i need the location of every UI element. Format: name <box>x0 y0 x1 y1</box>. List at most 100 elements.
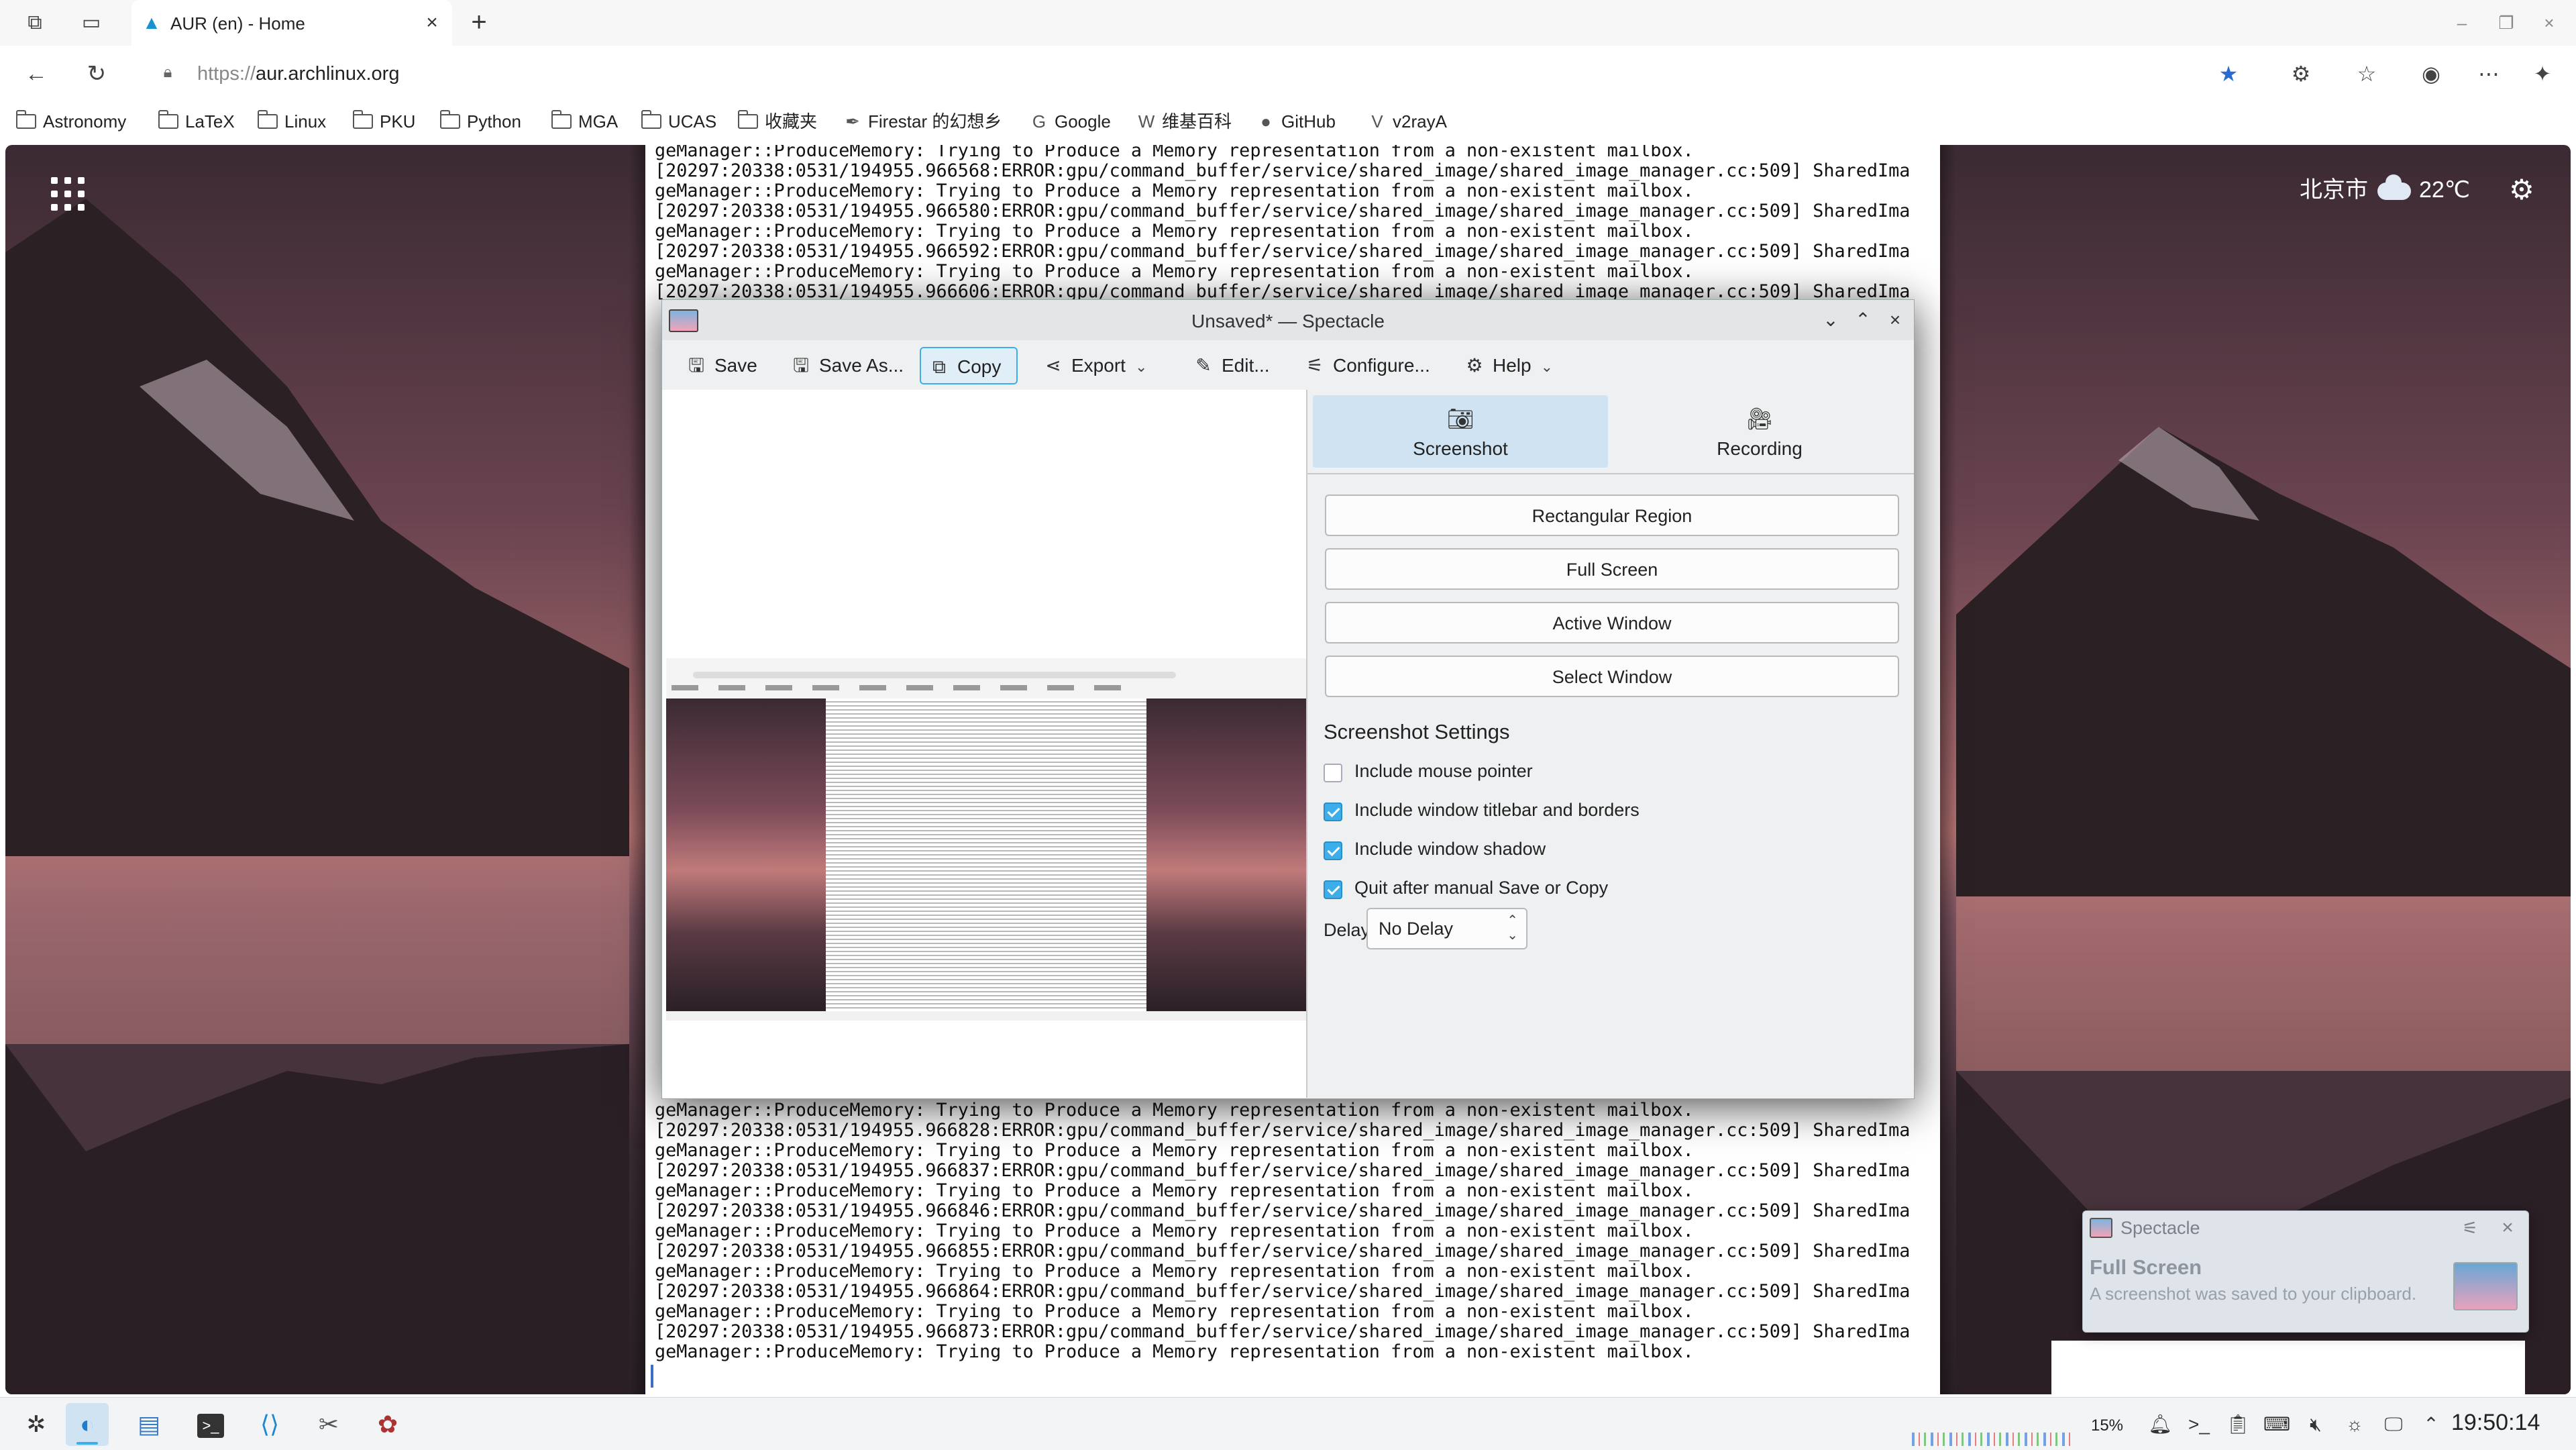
application-launcher-icon[interactable]: ✲ <box>15 1403 58 1446</box>
copilot-icon[interactable]: ✦ <box>2529 60 2556 87</box>
bookmark-folder-astronomy[interactable]: Astronomy <box>15 109 126 134</box>
help-button[interactable]: ⚙ Help ⌄ <box>1456 347 1560 384</box>
checkbox-checked[interactable] <box>1324 802 1342 821</box>
volume-muted-icon[interactable]: 🔇︎ <box>2302 1411 2329 1438</box>
option-include-mouse-pointer[interactable]: Include mouse pointer <box>1324 758 1533 784</box>
tab-title: AUR (en) - Home <box>170 13 305 34</box>
option-include-titlebar[interactable]: Include window titlebar and borders <box>1324 796 1640 823</box>
option-include-shadow[interactable]: Include window shadow <box>1324 835 1546 862</box>
edit-label: Edit... <box>1222 355 1270 376</box>
workspaces-icon[interactable]: ⧉ <box>21 9 48 36</box>
close-window-icon[interactable]: × <box>2538 12 2560 34</box>
folder-icon <box>551 110 572 129</box>
bookmark-folder-latex[interactable]: LaTeX <box>158 109 235 134</box>
browser-tab-active[interactable]: ▲ AUR (en) - Home × <box>131 0 452 46</box>
wikipedia-icon: W <box>1138 111 1155 132</box>
close-tab-icon[interactable]: × <box>420 11 444 35</box>
file-manager-icon[interactable]: ▤ <box>127 1403 170 1446</box>
export-button[interactable]: ⋖ Export ⌄ <box>1035 347 1154 384</box>
restore-icon[interactable]: ❐ <box>2496 12 2517 34</box>
save-label: Save <box>714 355 757 376</box>
terminal-icon[interactable]: >_ <box>189 1403 232 1446</box>
minimize-icon[interactable]: – <box>2451 12 2473 34</box>
camera-icon: 📷︎ <box>1446 407 1474 431</box>
konsole-tray-icon[interactable]: >_ <box>2186 1411 2212 1438</box>
active-window-button[interactable]: Active Window <box>1325 602 1899 643</box>
option-quit-after-save[interactable]: Quit after manual Save or Copy <box>1324 874 1608 901</box>
address-bar[interactable]: 🔒︎ https://aur.archlinux.org <box>156 56 2195 90</box>
notification-popup[interactable]: Spectacle ⚟ × Full Screen A screenshot w… <box>2082 1210 2529 1333</box>
bookmark-folder-mga[interactable]: MGA <box>551 109 618 134</box>
bookmark-folder-ucas[interactable]: UCAS <box>641 109 716 134</box>
notification-close-icon[interactable]: × <box>2496 1216 2519 1239</box>
checkbox[interactable] <box>1324 764 1342 782</box>
bookmark-folder-linux[interactable]: Linux <box>257 109 326 134</box>
bookmark-folder-python[interactable]: Python <box>439 109 521 134</box>
bookmark-label: PKU <box>380 111 416 132</box>
maximize-icon[interactable]: ⌃ <box>1851 308 1875 332</box>
browser-nav-bar: ← ↻ 🔒︎ https://aur.archlinux.org ★ ⚙ ☆ ◉… <box>0 46 2576 101</box>
checkbox-checked[interactable] <box>1324 841 1342 860</box>
tray-expand-icon[interactable]: ⌃ <box>2418 1411 2445 1438</box>
settings-gear-icon[interactable]: ⚙ <box>2506 174 2537 205</box>
bookmark-v2raya[interactable]: Vv2rayA <box>1367 109 1447 134</box>
preview-thumbnail[interactable] <box>666 658 1306 1021</box>
krita-icon[interactable]: ✿ <box>366 1403 409 1446</box>
terminal-log-bottom: geManager::ProduceMemory: Trying to Prod… <box>655 1100 1911 1362</box>
tab-recording[interactable]: 🎥︎ Recording <box>1612 395 1907 468</box>
app-grid-icon[interactable] <box>51 177 89 215</box>
close-icon[interactable]: × <box>1883 308 1907 332</box>
url-protocol: https:// <box>197 63 256 85</box>
feather-icon: ✒ <box>845 111 860 132</box>
notifications-icon[interactable]: 🔔︎ <box>2147 1411 2174 1438</box>
cpu-usage-indicator[interactable]: 15% <box>2082 1412 2132 1439</box>
copy-button[interactable]: ⧉ Copy <box>920 347 1018 384</box>
lock-icon[interactable]: 🔒︎ <box>156 60 180 85</box>
minimize-icon[interactable]: ⌄ <box>1819 308 1843 332</box>
bookmark-github[interactable]: ● GitHub <box>1256 109 1336 134</box>
clock[interactable]: 19:50:14 <box>2451 1410 2540 1436</box>
edge-browser-icon[interactable]: ◐ <box>66 1403 109 1446</box>
keyboard-icon[interactable]: ⌨ <box>2263 1411 2290 1438</box>
more-icon[interactable]: ⋯ <box>2475 60 2502 87</box>
clipboard-icon[interactable]: 📋︎ <box>2224 1411 2251 1438</box>
screenshot-preview[interactable] <box>662 390 1307 1098</box>
favorite-star-icon[interactable]: ★ <box>2215 60 2242 87</box>
configure-button[interactable]: ⚟ Configure... <box>1297 347 1437 384</box>
save-button[interactable]: 🖫 Save <box>678 347 764 384</box>
browser-tab-bar: ⧉ ▭ ▲ AUR (en) - Home × + – ❐ × <box>0 0 2576 46</box>
notification-screenshot-thumbnail[interactable] <box>2453 1262 2518 1310</box>
bookmark-folder-favorites[interactable]: 收藏夹 <box>737 109 817 134</box>
tab-actions-icon[interactable]: ▭ <box>78 9 105 36</box>
weather-widget[interactable]: 北京市 22℃ <box>2300 173 2470 207</box>
spectacle-taskbar-icon[interactable]: ✂ <box>307 1403 350 1446</box>
spin-arrows-icon[interactable]: ⌃ ⌄ <box>1507 913 1518 943</box>
capture-panel: 📷︎ Screenshot 🎥︎ Recording Rectangular R… <box>1307 390 1914 1098</box>
notification-settings-icon[interactable]: ⚟ <box>2459 1216 2481 1239</box>
bookmark-folder-pku[interactable]: PKU <box>352 109 416 134</box>
reload-icon[interactable]: ↻ <box>82 59 111 89</box>
display-icon[interactable]: 🖵︎ <box>2380 1411 2407 1438</box>
full-screen-button[interactable]: Full Screen <box>1325 548 1899 590</box>
spectacle-titlebar[interactable]: Unsaved* — Spectacle ⌄ ⌃ × <box>662 300 1914 340</box>
vscode-icon[interactable]: ⟨⟩ <box>248 1403 291 1446</box>
share-icon: ⋖ <box>1045 355 1061 376</box>
save-as-button[interactable]: 🖫 Save As... <box>783 347 910 384</box>
back-icon[interactable]: ← <box>21 59 51 89</box>
favorites-icon[interactable]: ☆ <box>2353 60 2380 87</box>
chevron-down-icon: ⌄ <box>1134 358 1148 375</box>
rectangular-region-button[interactable]: Rectangular Region <box>1325 495 1899 536</box>
checkbox-checked[interactable] <box>1324 880 1342 899</box>
system-monitor-graph[interactable] <box>1912 1433 2073 1446</box>
select-window-button[interactable]: Select Window <box>1325 656 1899 697</box>
profile-icon[interactable]: ◉ <box>2418 60 2445 87</box>
bookmark-google[interactable]: G Google <box>1029 109 1111 134</box>
extensions-icon[interactable]: ⚙ <box>2288 60 2314 87</box>
bookmark-wikipedia[interactable]: W 维基百科 <box>1136 109 1232 134</box>
edit-button[interactable]: ✎ Edit... <box>1185 347 1277 384</box>
new-tab-button[interactable]: + <box>466 9 492 36</box>
bookmark-firestar[interactable]: ✒ Firestar 的幻想乡 <box>843 109 1002 134</box>
delay-spinbox[interactable]: No Delay ⌃ ⌄ <box>1366 908 1527 949</box>
tab-screenshot[interactable]: 📷︎ Screenshot <box>1313 395 1608 468</box>
brightness-icon[interactable]: ☼ <box>2341 1411 2368 1438</box>
